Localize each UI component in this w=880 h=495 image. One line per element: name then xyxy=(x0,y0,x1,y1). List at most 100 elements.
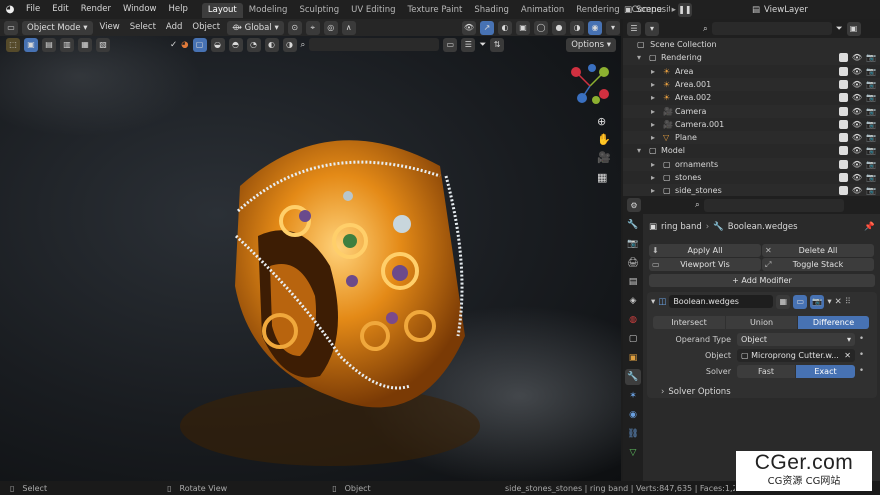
tab-animation[interactable]: Animation xyxy=(515,3,570,18)
exclude-checkbox[interactable] xyxy=(838,106,848,116)
select-new-icon[interactable]: ▣ xyxy=(24,37,38,52)
eye-icon[interactable]: 👁 xyxy=(852,105,862,118)
outliner-row[interactable]: ▸ 🎥 Camera 👁 📷 xyxy=(623,104,880,118)
exclude-checkbox[interactable] xyxy=(838,66,848,76)
apply-all-button[interactable]: ⬇ Apply All xyxy=(649,244,761,257)
expand-arrow-icon[interactable]: ▸ xyxy=(651,65,655,78)
menu-help[interactable]: Help xyxy=(162,0,193,19)
filter-curve-icon[interactable]: ◒ xyxy=(210,37,225,52)
outliner-search-input[interactable] xyxy=(711,22,832,35)
filter-check-icon[interactable]: ✓ xyxy=(170,40,177,50)
outliner-row[interactable]: ▾ ▢ Rendering 👁 📷 xyxy=(623,51,880,65)
expand-arrow-icon[interactable]: ▸ xyxy=(651,105,655,118)
outliner-row-scene-collection[interactable]: ▢ Scene Collection xyxy=(623,38,880,52)
viewport-menu-add[interactable]: Add xyxy=(163,18,185,37)
expand-arrow-icon[interactable]: ▸ xyxy=(651,118,655,131)
view-layer-tab-icon[interactable]: ▤ xyxy=(625,274,641,290)
eye-icon[interactable]: 👁 xyxy=(852,171,862,184)
filter-other-icon[interactable]: ◑ xyxy=(282,37,297,52)
filter-camera-icon[interactable]: ◔ xyxy=(246,37,261,52)
solver-exact[interactable]: Exact xyxy=(796,365,855,378)
clear-x-icon[interactable]: ✕ xyxy=(844,349,851,362)
properties-editor-icon[interactable]: ⚙ xyxy=(627,198,641,212)
expand-arrow-icon[interactable]: ▾ xyxy=(637,144,641,157)
camera-render-icon[interactable]: 📷 xyxy=(866,171,876,184)
properties-search-input[interactable] xyxy=(703,198,844,212)
overlays-icon[interactable]: ◐ xyxy=(498,20,512,35)
exclude-checkbox[interactable] xyxy=(838,146,848,156)
exclude-checkbox[interactable] xyxy=(838,133,848,143)
proportional-edit-icon[interactable]: ◎ xyxy=(323,20,338,35)
menu-window[interactable]: Window xyxy=(117,0,163,19)
solver-options-subpanel[interactable]: › Solver Options xyxy=(661,385,861,398)
toggle-stack-button[interactable]: ⤢ Toggle Stack xyxy=(762,258,874,271)
drag-handle-icon[interactable]: ⠿ xyxy=(845,297,851,307)
camera-render-icon[interactable]: 📷 xyxy=(866,158,876,171)
render-tab-icon[interactable]: 📷 xyxy=(625,236,641,252)
sort-icon[interactable]: ⇅ xyxy=(490,37,505,52)
view-layer-selector[interactable]: ▤ ViewLayer xyxy=(752,2,878,17)
zoom-icon[interactable]: ⊕ xyxy=(597,115,606,128)
hand-pan-icon[interactable]: ✋ xyxy=(597,133,611,146)
outliner-row[interactable]: ▸ ☀ Area 👁 📷 xyxy=(623,65,880,78)
object-field[interactable]: ▢ Microprong Cutter.w... ✕ xyxy=(737,349,855,362)
shading-solid-icon[interactable]: ● xyxy=(552,20,566,35)
tab-sculpting[interactable]: Sculpting xyxy=(293,3,345,18)
exclude-checkbox[interactable] xyxy=(838,173,848,182)
eye-icon[interactable]: 👁 xyxy=(852,78,862,91)
grid-toggle-icon[interactable]: ▦ xyxy=(597,171,607,184)
operation-difference[interactable]: Difference xyxy=(798,316,869,329)
expand-arrow-icon[interactable]: ▸ xyxy=(651,131,655,144)
add-modifier-button[interactable]: + Add Modifier xyxy=(649,274,875,287)
visibility-icon[interactable]: 👁 xyxy=(462,20,476,35)
outliner-row[interactable]: ▸ ▢ ornaments 👁 📷 xyxy=(623,157,880,171)
expand-arrow-icon[interactable]: ▸ xyxy=(651,78,655,91)
shading-wire-icon[interactable]: ◯ xyxy=(534,20,548,35)
shading-material-icon[interactable]: ◑ xyxy=(570,20,584,35)
funnel-icon[interactable]: ⏷ xyxy=(479,40,486,50)
keyframe-dot-icon[interactable]: • xyxy=(859,333,864,346)
exclude-checkbox[interactable] xyxy=(838,119,848,129)
camera-render-icon[interactable]: 📷 xyxy=(866,105,876,118)
tab-shading[interactable]: Shading xyxy=(468,3,515,18)
tool-tab-icon[interactable]: 🔧 xyxy=(625,217,641,233)
pivot-icon[interactable]: ⊙ xyxy=(287,20,302,35)
options-dropdown[interactable]: Options ▾ xyxy=(566,37,616,52)
collapse-chevron-icon[interactable]: ▾ xyxy=(651,297,655,307)
new-collection-icon[interactable]: ▣ xyxy=(846,21,861,36)
edit-mode-toggle-icon[interactable]: ▦ xyxy=(776,294,791,309)
operation-intersect[interactable]: Intersect xyxy=(653,316,725,329)
viewport-search-input[interactable] xyxy=(309,38,440,51)
tab-modeling[interactable]: Modeling xyxy=(243,3,294,18)
viewport-menu-select[interactable]: Select xyxy=(127,18,159,37)
outliner-row[interactable]: ▸ ▢ stones 👁 📷 xyxy=(623,171,880,184)
select-intersect-icon[interactable]: ▧ xyxy=(96,37,110,52)
pin-icon[interactable]: 📌 xyxy=(864,222,875,232)
outliner-row[interactable]: ▸ 🎥 Camera.001 👁 📷 xyxy=(623,118,880,131)
outliner-row[interactable]: ▸ ☀ Area.001 👁 📷 xyxy=(623,77,880,92)
modifier-tab-icon[interactable]: 🔧 xyxy=(625,369,641,385)
menu-file[interactable]: File xyxy=(20,0,46,19)
snap-icon[interactable]: ⌖ xyxy=(305,20,320,35)
falloff-icon[interactable]: ∧ xyxy=(341,20,356,35)
data-tab-icon[interactable]: ▽ xyxy=(625,445,641,461)
eye-icon[interactable]: 👁 xyxy=(852,91,862,104)
modifier-menu-icon[interactable]: ▾ xyxy=(827,297,831,307)
shading-rendered-icon[interactable]: ◉ xyxy=(588,20,602,35)
camera-render-icon[interactable]: 📷 xyxy=(866,65,876,78)
constraints-tab-icon[interactable]: ⛓ xyxy=(625,426,641,442)
eye-icon[interactable]: 👁 xyxy=(852,118,862,131)
select-extend-icon[interactable]: ▤ xyxy=(42,37,56,52)
filter-list-icon[interactable]: ☰ xyxy=(461,37,476,52)
shading-options-icon[interactable]: ▾ xyxy=(606,20,620,35)
viewport-menu-view[interactable]: View xyxy=(97,18,123,37)
gizmo-toggle-icon[interactable]: ↗ xyxy=(480,20,494,35)
viewport-vis-button[interactable]: ▭ Viewport Vis xyxy=(649,258,761,271)
display-mode-icon[interactable]: ▾ xyxy=(645,21,659,36)
outliner-row[interactable]: ▾ ▢ Model 👁 📷 xyxy=(623,144,880,157)
eye-icon[interactable]: 👁 xyxy=(852,65,862,78)
keyframe-dot-icon-3[interactable]: • xyxy=(859,365,864,378)
3d-viewport[interactable]: ⊕ ✋ 🎥 ▦ xyxy=(0,36,621,481)
expand-arrow-icon[interactable]: ▸ xyxy=(651,91,655,104)
mode-dropdown[interactable]: Object Mode ▾ xyxy=(22,20,93,35)
